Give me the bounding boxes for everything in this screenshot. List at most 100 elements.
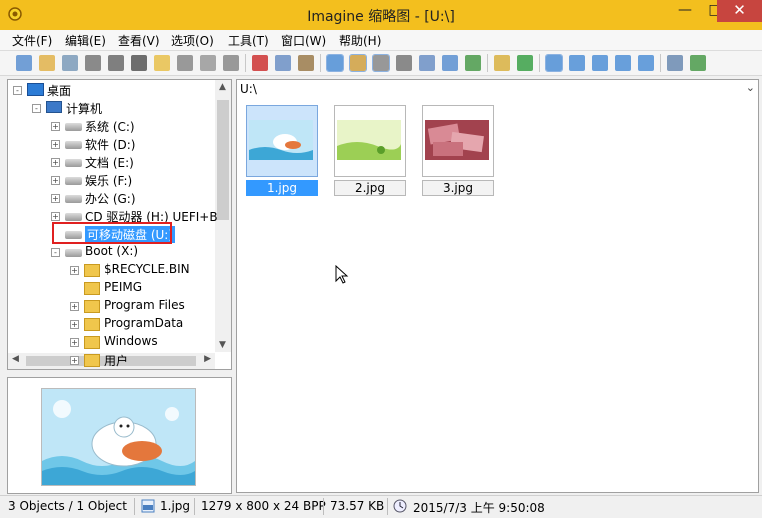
menu-view[interactable]: 查看(V) (118, 32, 160, 49)
camera-icon[interactable] (131, 55, 147, 71)
expand-icon[interactable]: + (51, 212, 60, 221)
menu-tools[interactable]: 工具(T) (228, 32, 269, 49)
filter-icon[interactable] (396, 55, 412, 71)
tree-scroll-thumb[interactable] (217, 100, 229, 220)
expand-icon[interactable]: + (51, 194, 60, 203)
thumbnail-frame[interactable] (246, 105, 318, 177)
wrench-icon[interactable] (667, 55, 683, 71)
chevron-down-icon[interactable]: ⌄ (746, 81, 755, 94)
scroll-down-icon[interactable]: ▼ (219, 340, 226, 350)
refresh-icon[interactable] (517, 55, 533, 71)
rename-icon[interactable] (177, 55, 193, 71)
collapse-icon[interactable]: - (51, 248, 60, 257)
tree-item[interactable]: + Program Files (8, 298, 215, 315)
print-icon[interactable] (85, 55, 101, 71)
tree-item[interactable]: - Boot (X:) (8, 244, 215, 261)
menu-help[interactable]: 帮助(H) (339, 32, 381, 49)
thumbnail-view: 1.jpg 2.jpg 3.jpg (236, 99, 759, 493)
expand-icon[interactable]: + (51, 176, 60, 185)
file-name[interactable]: 2.jpg (334, 180, 406, 196)
tree-item[interactable]: + 娱乐 (F:) (8, 172, 215, 189)
tree-item[interactable]: + 用户 (8, 352, 215, 369)
tree-item-label[interactable]: Windows (104, 334, 158, 348)
expand-icon[interactable]: + (70, 338, 79, 347)
trash-icon[interactable] (200, 55, 216, 71)
minimize-button[interactable]: — (670, 0, 700, 22)
menu-edit[interactable]: 编辑(E) (65, 32, 106, 49)
tree-item-label[interactable]: 系统 (C:) (85, 118, 135, 135)
menu-bar: 文件(F) 编辑(E) 查看(V) 选项(O) 工具(T) 窗口(W) 帮助(H… (0, 30, 762, 51)
tree-item-label[interactable]: Boot (X:) (85, 244, 138, 258)
expand-icon[interactable]: + (70, 320, 79, 329)
tree-item-label[interactable]: 娱乐 (F:) (85, 172, 132, 189)
sort-icon[interactable] (349, 54, 367, 72)
tree-item[interactable]: + 软件 (D:) (8, 136, 215, 153)
tree-item-label[interactable]: ProgramData (104, 316, 183, 330)
copy-pages-icon[interactable] (62, 55, 78, 71)
mouse-cursor-icon (335, 265, 349, 284)
file-thumbnail[interactable]: 2.jpg (334, 105, 406, 196)
tree-item[interactable]: PEIMG (8, 280, 215, 297)
add-icon[interactable] (690, 55, 706, 71)
file-name[interactable]: 1.jpg (246, 180, 318, 196)
tree-item-label[interactable]: 软件 (D:) (85, 136, 135, 153)
eye-icon[interactable] (16, 55, 32, 71)
tree-item-label[interactable]: PEIMG (104, 280, 142, 294)
new-folder-icon[interactable] (154, 55, 170, 71)
list-icon[interactable] (615, 55, 631, 71)
expand-icon[interactable]: + (51, 158, 60, 167)
close-button[interactable]: ✕ (717, 0, 762, 22)
menu-window[interactable]: 窗口(W) (281, 32, 326, 49)
file-thumbnail[interactable]: 3.jpg (422, 105, 494, 196)
tree-item[interactable]: + 文档 (E:) (8, 154, 215, 171)
expand-icon[interactable]: + (70, 356, 79, 365)
up-folder-icon[interactable] (494, 55, 510, 71)
menu-file[interactable]: 文件(F) (12, 32, 52, 49)
address-bar[interactable]: U:\ ⌄ (236, 79, 759, 100)
info-icon[interactable] (108, 55, 124, 71)
expand-icon[interactable]: + (70, 266, 79, 275)
expand-icon[interactable]: + (51, 122, 60, 131)
address-path[interactable]: U:\ (240, 82, 257, 96)
file-name[interactable]: 3.jpg (422, 180, 494, 196)
thumbnail-frame[interactable] (334, 105, 406, 177)
thumbnails-icon[interactable] (638, 55, 654, 71)
tree-item[interactable]: + ProgramData (8, 316, 215, 333)
small-icons-icon[interactable] (569, 55, 585, 71)
grid-icon[interactable] (419, 55, 435, 71)
folder-open-icon[interactable] (39, 55, 55, 71)
tree-item[interactable]: + $RECYCLE.BIN (8, 262, 215, 279)
tree-item[interactable]: + 系统 (C:) (8, 118, 215, 135)
large-icons-icon[interactable] (545, 54, 563, 72)
folder-icon (84, 318, 100, 331)
tree-item-label[interactable]: 办公 (G:) (85, 190, 136, 207)
history-icon[interactable] (372, 54, 390, 72)
menu-options[interactable]: 选项(O) (171, 32, 214, 49)
thumbnail-frame[interactable] (422, 105, 494, 177)
tree-item[interactable]: - 计算机 (8, 100, 215, 117)
settings-icon[interactable] (223, 55, 239, 71)
tree-item-label[interactable]: 文档 (E:) (85, 154, 134, 171)
collapse-icon[interactable]: - (32, 104, 41, 113)
gallery-icon[interactable] (442, 55, 458, 71)
paste-icon[interactable] (298, 55, 314, 71)
tree-item-label[interactable]: $RECYCLE.BIN (104, 262, 190, 276)
expand-icon[interactable]: + (70, 302, 79, 311)
image-icon[interactable] (465, 55, 481, 71)
tree-item-label[interactable]: 用户 (104, 352, 128, 369)
copy-icon[interactable] (275, 55, 291, 71)
collapse-icon[interactable]: - (13, 86, 22, 95)
tree-item[interactable]: + 办公 (G:) (8, 190, 215, 207)
tree-item-label[interactable]: 桌面 (47, 82, 71, 99)
view-list-icon[interactable] (326, 54, 344, 72)
scroll-up-icon[interactable]: ▲ (219, 82, 226, 92)
expand-icon[interactable]: + (51, 140, 60, 149)
toolbar-separator (320, 54, 321, 72)
tree-item-label[interactable]: Program Files (104, 298, 185, 312)
tree-item[interactable]: - 桌面 (8, 82, 215, 99)
file-thumbnail[interactable]: 1.jpg (246, 105, 318, 196)
details-icon[interactable] (592, 55, 608, 71)
tree-item-label[interactable]: 计算机 (66, 100, 102, 117)
cut-icon[interactable] (252, 55, 268, 71)
tree-item[interactable]: + Windows (8, 334, 215, 351)
